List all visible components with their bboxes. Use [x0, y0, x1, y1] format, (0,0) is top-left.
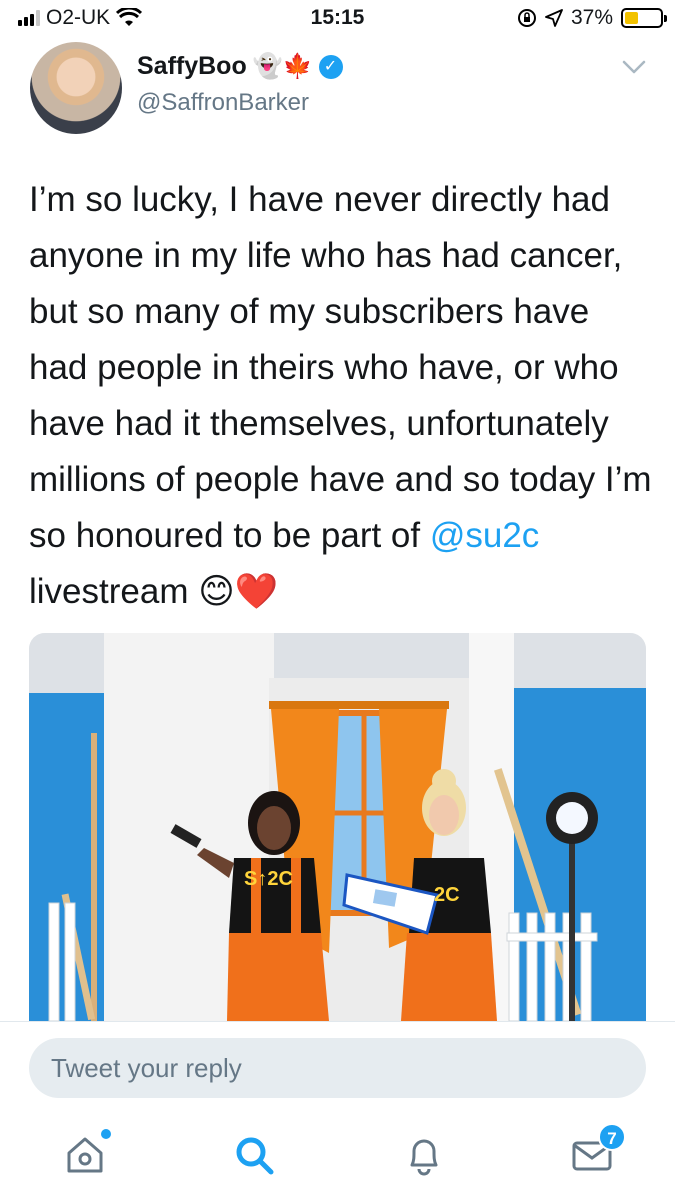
tweet-author[interactable]: SaffyBoo 👻🍁 ✓ @SaffronBarker: [137, 52, 343, 117]
tab-messages[interactable]: 7: [570, 1123, 626, 1177]
shirt-logo-right: 2C: [434, 884, 460, 906]
orientation-lock-icon: [517, 9, 536, 27]
tweet-text-end: livestream 😊❤️: [29, 572, 279, 611]
chevron-down-icon[interactable]: [621, 58, 647, 76]
home-new-dot: [101, 1129, 111, 1139]
tab-search[interactable]: [232, 1133, 276, 1177]
author-name-row: SaffyBoo 👻🍁 ✓: [137, 52, 343, 81]
location-arrow-icon: [545, 9, 563, 27]
status-right-group: 37%: [517, 6, 667, 30]
messages-badge: 7: [598, 1123, 626, 1151]
home-icon: [67, 1137, 103, 1173]
battery-fill: [625, 12, 638, 24]
verified-badge-icon: ✓: [318, 54, 343, 79]
tweet-image-scene: S↑2C 2C: [29, 633, 646, 1021]
tweet-text: I’m so lucky, I have never directly had …: [29, 172, 654, 620]
reply-box[interactable]: [29, 1038, 646, 1098]
battery-icon: [621, 8, 667, 28]
shirt-logo-left: S↑2C: [244, 868, 293, 890]
bell-icon: [410, 1139, 438, 1176]
author-handle: @SaffronBarker: [137, 89, 309, 116]
search-icon: [236, 1137, 274, 1175]
tab-bar: 7: [0, 1121, 675, 1200]
reply-input[interactable]: [29, 1038, 646, 1098]
author-name: SaffyBoo: [137, 52, 247, 80]
reply-bar: [0, 1021, 675, 1121]
tab-notifications[interactable]: [402, 1133, 446, 1177]
name-emojis: 👻🍁: [252, 53, 313, 80]
mention-link[interactable]: @su2c: [430, 516, 539, 555]
tweet-image[interactable]: S↑2C 2C: [29, 633, 646, 1021]
tab-home[interactable]: [63, 1129, 111, 1177]
avatar[interactable]: [30, 42, 122, 134]
battery-percent: 37%: [570, 6, 613, 29]
tweet-text-body: I’m so lucky, I have never directly had …: [29, 180, 652, 555]
status-bar: O2-UK 15:15 37%: [0, 0, 675, 38]
